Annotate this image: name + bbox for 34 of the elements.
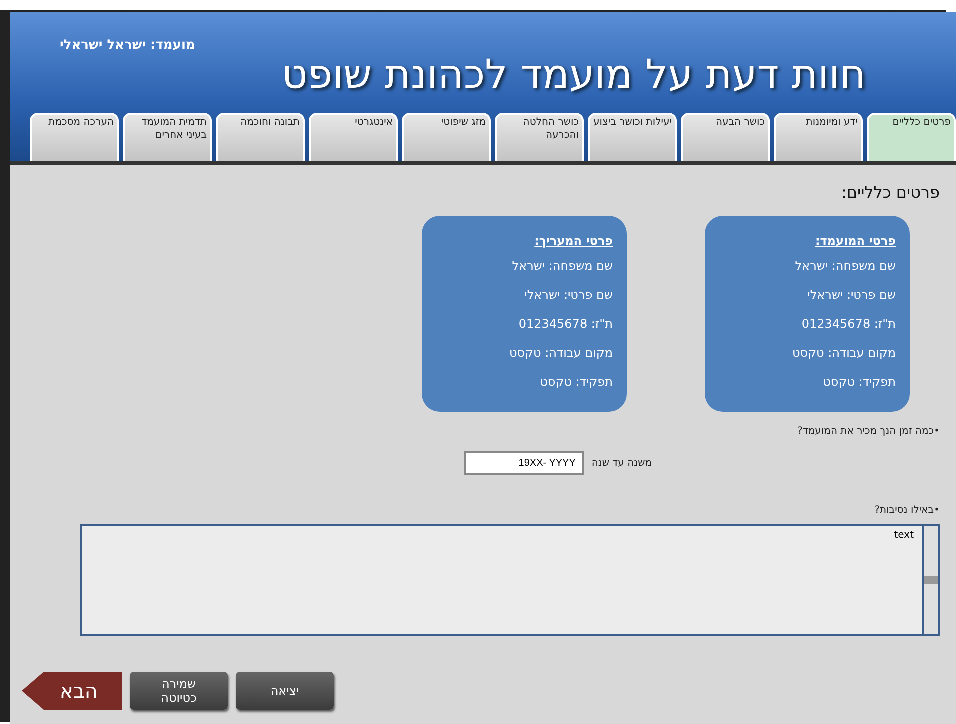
detail-line: שם משפחה: ישראל xyxy=(511,259,613,275)
tab[interactable]: תדמית המועמד בעיני אחרים xyxy=(123,113,212,161)
detail-line: ת"ז: 012345678 xyxy=(800,317,896,333)
tab[interactable]: פרטים כלליים xyxy=(867,113,956,161)
tab[interactable]: אינטגרטי xyxy=(309,113,398,161)
tab[interactable]: ידע ומיומנות xyxy=(774,113,863,161)
detail-line: תפקיד: טקסט xyxy=(539,375,613,391)
tab[interactable]: תבונה וחוכמה xyxy=(216,113,305,161)
candidate-name: מועמד: ישראל ישראלי xyxy=(60,38,196,53)
detail-line: שם משפחה: ישראל xyxy=(794,259,896,275)
tab[interactable]: מזג שיפוטי xyxy=(402,113,491,161)
detail-line: שם פרטי: ישראלי xyxy=(806,288,896,304)
tab[interactable]: הערכה מסכמת xyxy=(30,113,119,161)
action-button[interactable]: יציאה xyxy=(236,672,334,710)
tab[interactable]: יעילות וכושר ביצוע xyxy=(588,113,677,161)
card-heading: פרטי המועמד: xyxy=(814,234,896,248)
years-input-field[interactable]: 19XX- YYYY xyxy=(464,451,584,475)
detail-line: מקום עבודה: טקסט xyxy=(791,346,896,362)
section-title: פרטים כלליים: xyxy=(840,183,940,202)
detail-line: תפקיד: טקסט xyxy=(822,375,896,391)
page-title: חוות דעת על מועמד לכהונת שופט xyxy=(282,53,866,97)
answer-text-area[interactable]: text xyxy=(80,524,922,636)
question-text: •באילו נסיבות? xyxy=(874,505,940,516)
tab[interactable]: כושר החלטה והכרעה xyxy=(495,113,584,161)
detail-line: מקום עבודה: טקסט xyxy=(508,346,613,362)
detail-line: שם פרטי: ישראלי xyxy=(524,288,613,304)
field-label: משנה עד שנה xyxy=(592,458,652,468)
next-button[interactable]: הבא xyxy=(22,672,122,710)
detail-line: ת"ז: 012345678 xyxy=(518,317,613,333)
card-heading: פרטי המעריך: xyxy=(534,234,613,248)
question-text: •כמה זמן הנך מכיר את המועמד? xyxy=(796,426,940,437)
action-button[interactable]: שמירה כטיוטה xyxy=(130,672,228,710)
tab[interactable]: כושר הבעה xyxy=(681,113,770,161)
scrollbar[interactable] xyxy=(922,524,940,636)
